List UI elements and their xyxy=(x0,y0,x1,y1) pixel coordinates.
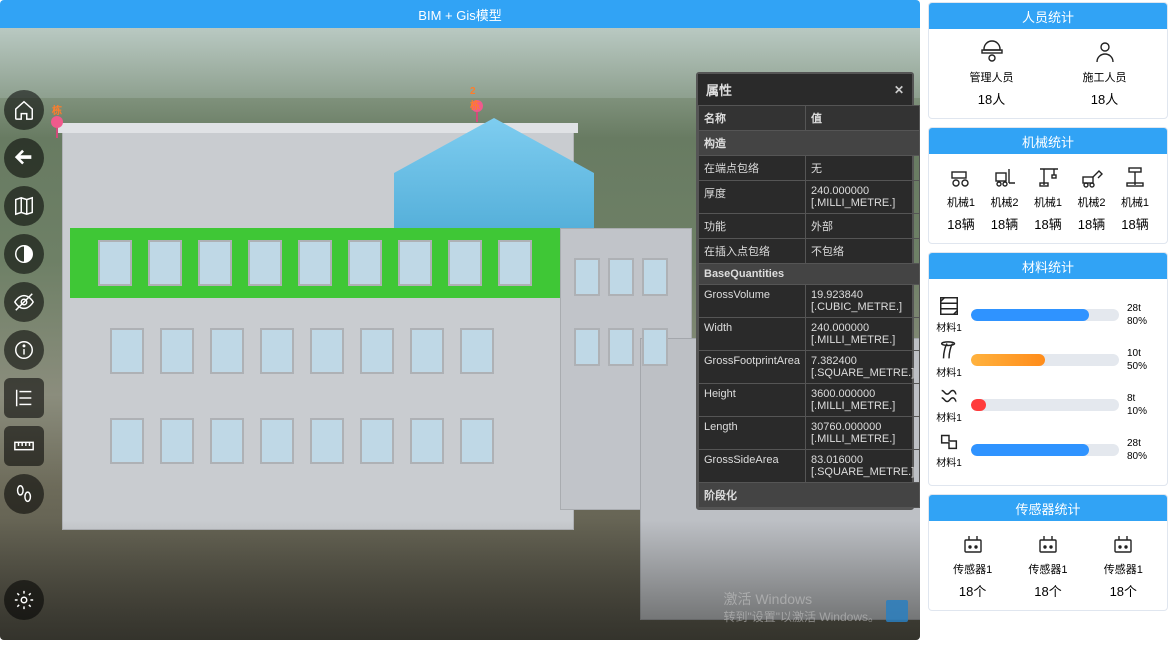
sensor-icon xyxy=(1108,531,1138,557)
prop-key: GrossFootprintArea xyxy=(699,351,806,384)
stat-item[interactable]: 传感器1 18个 xyxy=(1028,531,1068,600)
progress-bar xyxy=(971,309,1119,321)
properties-panel[interactable]: 属性 ✕ 名称 值 构造在端点包络无厚度240.000000 [.MILLI_M… xyxy=(696,72,914,510)
crane-icon xyxy=(1033,164,1063,190)
card-sensors: 传感器统计 传感器1 18个 传感器1 18个 传感器1 18个 xyxy=(928,494,1168,611)
prop-key: Length xyxy=(699,417,806,450)
viewcube-icon[interactable] xyxy=(886,600,908,622)
worker-icon xyxy=(1090,39,1120,65)
stat-item[interactable]: 机械2 18辆 xyxy=(1072,164,1112,233)
properties-title: 属性 xyxy=(706,80,732,99)
viewport-panel: BIM + Gis模型 xyxy=(0,0,920,640)
footsteps-icon[interactable] xyxy=(4,474,44,514)
progress-bar xyxy=(971,399,1119,411)
material-row: 材料1 28t80% xyxy=(935,430,1161,469)
roller-icon xyxy=(946,164,976,190)
contrast-icon[interactable] xyxy=(4,234,44,274)
progress-bar xyxy=(971,354,1119,366)
gear-icon[interactable] xyxy=(4,580,44,620)
material-row: 材料1 28t80% xyxy=(935,295,1161,334)
prop-value: 7.382400 [.SQUARE_METRE.] xyxy=(805,351,919,384)
prop-key: Height xyxy=(699,384,806,417)
prop-value: 83.016000 [.SQUARE_METRE.] xyxy=(805,450,919,483)
stat-item[interactable]: 传感器1 18个 xyxy=(1103,531,1143,600)
prop-key: 在插入点包络 xyxy=(699,239,806,264)
stat-item[interactable]: 施工人员 18人 xyxy=(1083,39,1127,108)
prop-key: GrossVolume xyxy=(699,285,806,318)
map-icon[interactable] xyxy=(4,186,44,226)
stat-item[interactable]: 机械2 18辆 xyxy=(985,164,1025,233)
prop-key: GrossSideArea xyxy=(699,450,806,483)
prop-section: 构造 xyxy=(699,131,920,156)
excavator-icon xyxy=(1077,164,1107,190)
prop-value: 30760.000000 [.MILLI_METRE.] xyxy=(805,417,919,450)
rebar-icon: 材料1 xyxy=(935,340,963,379)
stat-item[interactable]: 机械1 18辆 xyxy=(941,164,981,233)
prop-section: 阶段化 xyxy=(699,483,920,508)
sensor-icon xyxy=(1033,531,1063,557)
levels-icon[interactable] xyxy=(4,378,44,418)
marker-pin[interactable]: 2栋 xyxy=(470,100,484,122)
stat-item[interactable]: 机械1 18辆 xyxy=(1028,164,1068,233)
toolbar xyxy=(4,90,46,514)
app-root: BIM + Gis模型 xyxy=(0,0,1170,645)
stat-item[interactable]: 管理人员 18人 xyxy=(970,39,1014,108)
prop-key: 功能 xyxy=(699,214,806,239)
ruler-icon[interactable] xyxy=(4,426,44,466)
card-materials: 材料统计 材料1 28t80% 材料1 10t50% 材料1 8t10% 材料1… xyxy=(928,252,1168,486)
prop-section: BaseQuantities xyxy=(699,264,920,285)
progress-bar xyxy=(971,444,1119,456)
forklift-icon xyxy=(990,164,1020,190)
sensor-icon xyxy=(958,531,988,557)
prop-value: 19.923840 [.CUBIC_METRE.] xyxy=(805,285,919,318)
prop-value: 无 xyxy=(805,156,919,181)
prop-key: Width xyxy=(699,318,806,351)
card-personnel: 人员统计 管理人员 18人 施工人员 18人 xyxy=(928,2,1168,119)
prop-key: 厚度 xyxy=(699,181,806,214)
pipe-icon: 材料1 xyxy=(935,430,963,469)
material-row: 材料1 8t10% xyxy=(935,385,1161,424)
prop-value: 不包络 xyxy=(805,239,919,264)
manager-icon xyxy=(977,39,1007,65)
home-icon[interactable] xyxy=(4,90,44,130)
prop-value: 外部 xyxy=(805,214,919,239)
close-icon[interactable]: ✕ xyxy=(894,83,904,97)
hatch-icon: 材料1 xyxy=(935,295,963,334)
prop-key: 在端点包络 xyxy=(699,156,806,181)
sidebar: 人员统计 管理人员 18人 施工人员 18人 机械统计 机械1 18辆 机械2 … xyxy=(928,0,1168,645)
marker-pin[interactable]: 栋 xyxy=(50,116,64,138)
prop-value: 3600.000000 [.MILLI_METRE.] xyxy=(805,384,919,417)
back-icon[interactable] xyxy=(4,138,44,178)
visibility-off-icon[interactable] xyxy=(4,282,44,322)
prop-value: 240.000000 [.MILLI_METRE.] xyxy=(805,318,919,351)
card-machinery: 机械统计 机械1 18辆 机械2 18辆 机械1 18辆 机械2 18辆 机械1… xyxy=(928,127,1168,244)
material-row: 材料1 10t50% xyxy=(935,340,1161,379)
coil-icon: 材料1 xyxy=(935,385,963,424)
stat-item[interactable]: 机械1 18辆 xyxy=(1115,164,1155,233)
watermark: 激活 Windows 转到"设置"以激活 Windows。 xyxy=(723,590,880,626)
info-icon[interactable] xyxy=(4,330,44,370)
stat-item[interactable]: 传感器1 18个 xyxy=(953,531,993,600)
pile-icon xyxy=(1120,164,1150,190)
panel-title: BIM + Gis模型 xyxy=(0,0,920,28)
prop-value: 240.000000 [.MILLI_METRE.] xyxy=(805,181,919,214)
